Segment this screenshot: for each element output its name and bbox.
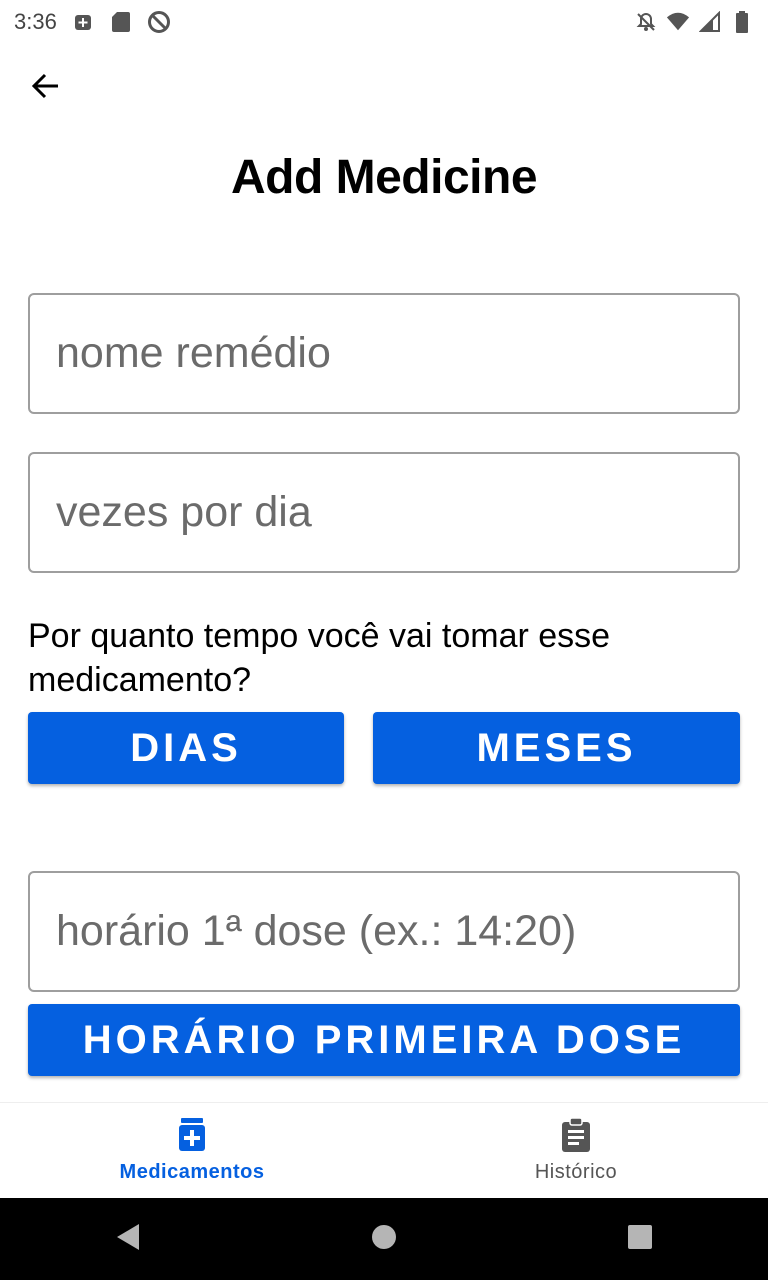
signal-icon	[698, 10, 722, 34]
back-triangle-icon	[114, 1222, 142, 1257]
nav-label-medicamentos: Medicamentos	[119, 1161, 265, 1183]
first-dose-time-input[interactable]	[30, 873, 738, 990]
first-dose-time-button[interactable]: HORÁRIO PRIMEIRA DOSE	[28, 1004, 740, 1076]
medicine-name-field[interactable]	[28, 293, 740, 414]
home-circle-icon	[370, 1223, 398, 1256]
status-bar: 3:36	[0, 0, 768, 44]
back-button[interactable]	[22, 68, 70, 108]
bottom-navigation: Medicamentos Histórico	[0, 1102, 768, 1198]
medicine-box-icon	[174, 1117, 210, 1153]
system-home-button[interactable]	[354, 1209, 414, 1269]
nav-item-medicamentos[interactable]: Medicamentos	[0, 1103, 384, 1198]
times-per-day-input[interactable]	[30, 454, 738, 571]
page-title: Add Medicine	[230, 151, 538, 204]
system-navigation-bar	[0, 1198, 768, 1280]
medicine-name-input[interactable]	[30, 295, 738, 412]
battery-icon	[730, 10, 754, 34]
nav-item-historico[interactable]: Histórico	[384, 1103, 768, 1198]
medical-notification-icon	[71, 10, 95, 34]
duration-question: Por quanto tempo você vai tomar esse med…	[28, 617, 611, 699]
first-dose-time-field[interactable]	[28, 871, 740, 992]
wifi-icon	[666, 10, 690, 34]
times-per-day-field[interactable]	[28, 452, 740, 573]
clipboard-icon	[558, 1117, 594, 1153]
status-right	[634, 10, 754, 34]
sd-card-icon	[109, 10, 133, 34]
no-sync-icon	[147, 10, 171, 34]
months-button[interactable]: MESES	[373, 712, 740, 784]
days-button[interactable]: DIAS	[28, 712, 344, 784]
system-recents-button[interactable]	[610, 1209, 670, 1269]
nav-label-historico: Histórico	[534, 1161, 618, 1183]
recents-square-icon	[626, 1223, 654, 1256]
notifications-off-icon	[634, 10, 658, 34]
status-left: 3:36	[14, 9, 171, 35]
arrow-back-icon	[30, 70, 62, 107]
system-back-button[interactable]	[98, 1209, 158, 1269]
status-time: 3:36	[14, 9, 57, 34]
